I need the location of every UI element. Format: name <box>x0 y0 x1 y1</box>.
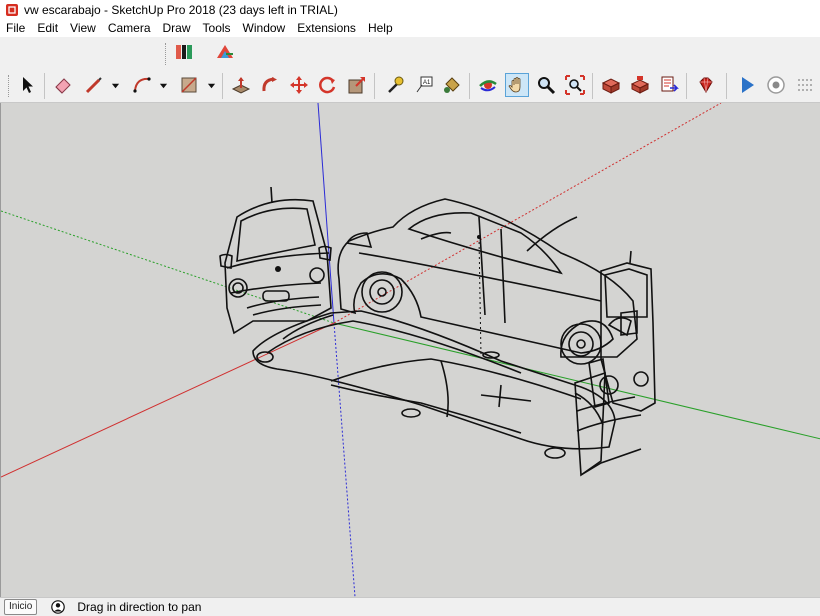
svg-text:A1: A1 <box>423 80 431 86</box>
pan-icon[interactable] <box>505 73 529 97</box>
menu-tools[interactable]: Tools <box>197 20 237 37</box>
scene-drawing <box>1 103 820 597</box>
side-view-point <box>477 235 481 239</box>
arc-dropdown-icon[interactable] <box>158 78 168 92</box>
status-hint: Drag in direction to pan <box>77 600 202 614</box>
menu-extensions[interactable]: Extensions <box>291 20 362 37</box>
scale-icon[interactable] <box>345 73 369 97</box>
car-front-view <box>219 186 332 335</box>
move-icon[interactable] <box>287 73 311 97</box>
green-axis-dotted <box>1 210 335 324</box>
rectangle-icon[interactable] <box>177 73 201 97</box>
eraser-icon[interactable] <box>51 73 75 97</box>
status-home-button[interactable]: Inicio <box>4 599 38 615</box>
push-pull-icon[interactable] <box>229 73 253 97</box>
menu-camera[interactable]: Camera <box>102 20 157 37</box>
menu-draw[interactable]: Draw <box>157 20 197 37</box>
car-top-view <box>252 310 616 459</box>
menu-file[interactable]: File <box>0 20 31 37</box>
toolbar-grip[interactable] <box>8 75 11 97</box>
orbit-icon[interactable] <box>476 73 500 97</box>
red-axis-dotted <box>333 103 722 324</box>
text-icon[interactable]: A1 <box>412 73 436 97</box>
line-icon[interactable] <box>82 73 106 97</box>
menu-help[interactable]: Help <box>362 20 399 37</box>
extensions-toolbar <box>0 37 820 68</box>
toolbar-separator <box>726 73 727 99</box>
extension-warehouse-icon[interactable] <box>628 73 652 97</box>
follow-me-icon[interactable] <box>258 73 282 97</box>
3d-warehouse-icon[interactable] <box>599 73 623 97</box>
rectangle-dropdown-icon[interactable] <box>206 78 216 92</box>
warehouse-extension-icon[interactable] <box>172 40 196 64</box>
menu-view[interactable]: View <box>64 20 102 37</box>
menu-edit[interactable]: Edit <box>31 20 64 37</box>
ruby-console-icon[interactable] <box>694 73 718 97</box>
toolbar-separator <box>44 73 45 99</box>
record-icon[interactable] <box>764 73 788 97</box>
user-account-icon[interactable] <box>51 600 66 614</box>
car-side-view <box>337 198 638 365</box>
menu-bar: File Edit View Camera Draw Tools Window … <box>0 20 820 37</box>
sketchup-app-icon[interactable] <box>6 4 18 16</box>
rotate-icon[interactable] <box>316 73 340 97</box>
title-bar: vw escarabajo - SketchUp Pro 2018 (23 da… <box>0 0 820 20</box>
zoom-icon[interactable] <box>534 73 558 97</box>
red-axis <box>1 322 335 478</box>
toolbar-separator <box>592 73 593 99</box>
send-to-layout-icon[interactable] <box>657 73 681 97</box>
main-toolbar: A1 <box>0 68 820 103</box>
toolbar-separator <box>222 73 223 99</box>
tape-measure-icon[interactable] <box>383 73 407 97</box>
toolbar-separator <box>374 73 375 99</box>
dots-icon[interactable] <box>793 73 817 97</box>
toolbar-grip[interactable] <box>165 43 168 65</box>
line-dropdown-icon[interactable] <box>110 78 120 92</box>
blue-axis-dotted <box>333 322 356 597</box>
toolbar-separator <box>469 73 470 99</box>
window-title: vw escarabajo - SketchUp Pro 2018 (23 da… <box>24 3 338 17</box>
layout-send-icon[interactable] <box>213 40 237 64</box>
play-icon[interactable] <box>735 73 759 97</box>
blue-axis <box>317 103 335 324</box>
paint-bucket-icon[interactable] <box>440 73 464 97</box>
menu-window[interactable]: Window <box>237 20 292 37</box>
front-emblem <box>275 266 281 272</box>
zoom-extents-icon[interactable] <box>563 73 587 97</box>
status-bar: Inicio Drag in direction to pan <box>0 597 820 616</box>
model-viewport[interactable] <box>0 103 820 597</box>
toolbar-separator <box>686 73 687 99</box>
arc-icon[interactable] <box>130 73 154 97</box>
select-icon[interactable] <box>16 73 40 97</box>
